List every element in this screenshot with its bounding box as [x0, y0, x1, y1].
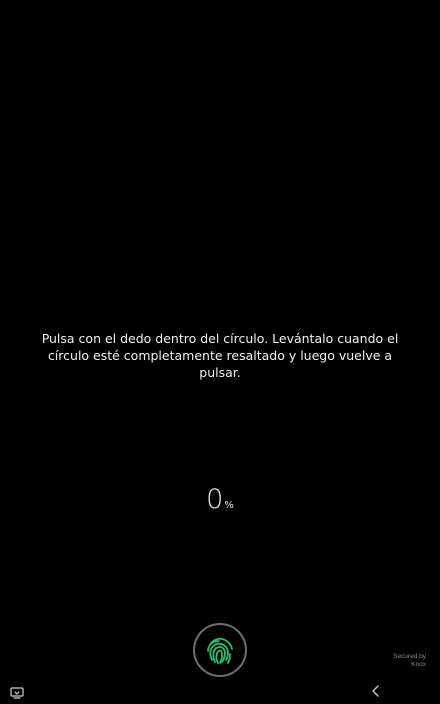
- secured-line-2: Knox: [411, 661, 426, 668]
- fingerprint-sensor-button[interactable]: [193, 623, 247, 677]
- instruction-text: Pulsa con el dedo dentro del círculo. Le…: [41, 331, 399, 380]
- secured-by-knox-label: Secured by Knox: [393, 653, 426, 669]
- back-icon[interactable]: [370, 683, 382, 697]
- fingerprint-icon: [204, 634, 236, 666]
- progress-value: 0: [206, 484, 224, 515]
- secured-line-1: Secured by: [393, 653, 426, 660]
- screen-switch-icon[interactable]: [10, 684, 24, 699]
- progress-indicator: 0%: [0, 484, 440, 515]
- progress-unit: %: [224, 500, 234, 511]
